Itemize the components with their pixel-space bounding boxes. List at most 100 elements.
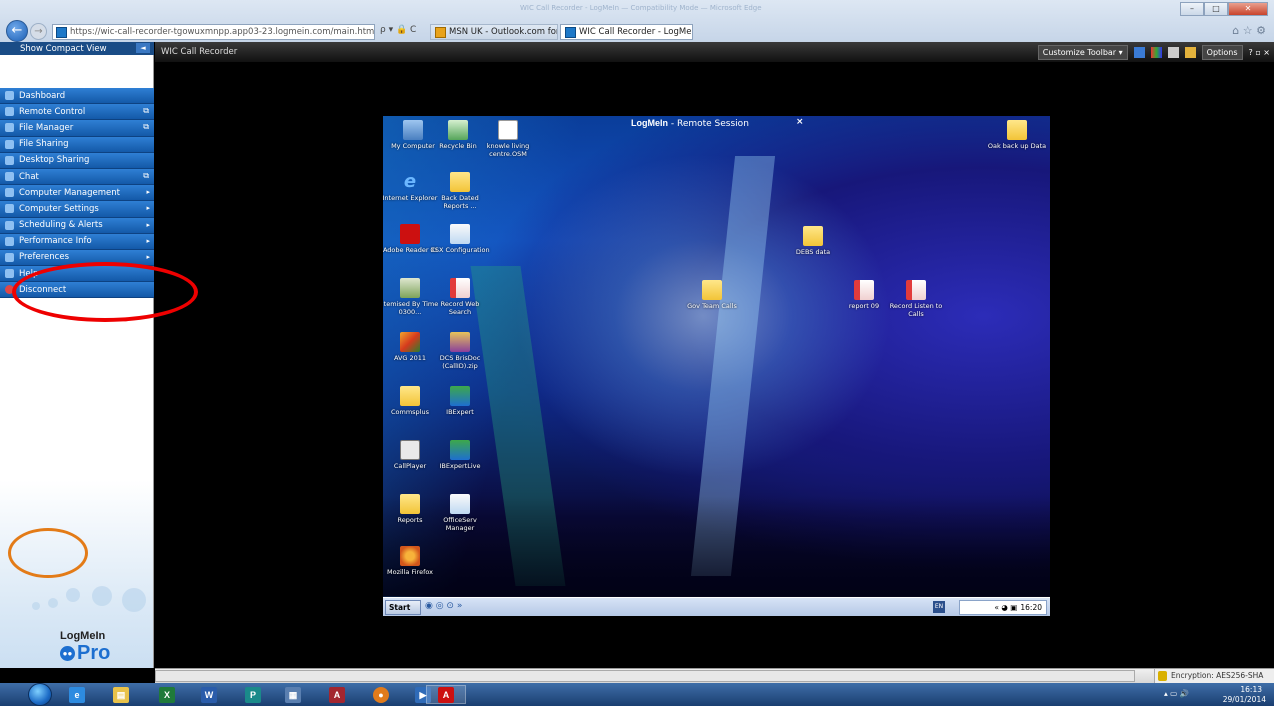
desktop-icon-knowle-living[interactable]: knowle living centre.OSM: [478, 120, 538, 158]
desktop-icon-oak-backup[interactable]: Oak back up Data: [987, 120, 1047, 150]
customize-toolbar-button[interactable]: Customize Toolbar ▾: [1037, 45, 1128, 60]
desktop-icon-debs-data[interactable]: DEBS data: [783, 226, 843, 256]
window-controls: – □ ✕: [1180, 2, 1268, 16]
folder-icon: [400, 386, 420, 406]
sidebar-item-label: Computer Settings: [19, 203, 99, 214]
taskbar-app-access[interactable]: A: [320, 685, 354, 704]
remote-taskbar: Start ◉ ◎ ⊙ » EN « ◕ ▣ 16:20: [383, 597, 1050, 616]
forward-button[interactable]: →: [30, 23, 47, 40]
desktop-icon-officeserv-manager[interactable]: OfficeServ Manager: [430, 494, 490, 532]
address-bar[interactable]: https://wic-call-recorder-tgowuxmnpp.app…: [52, 24, 375, 40]
open-new-window-icon[interactable]: ⧉: [143, 122, 149, 132]
show-compact-view-button[interactable]: Show Compact View: [0, 42, 154, 55]
clipboard-icon[interactable]: [1184, 47, 1196, 58]
network-icon[interactable]: [1167, 47, 1179, 58]
browser-toolbar-icons[interactable]: ⌂ ☆ ⚙: [1232, 24, 1266, 37]
document-icon: ▦: [285, 686, 301, 703]
desktop-icon-record-web-search[interactable]: Record Web Search: [430, 278, 490, 316]
sidebar-item-remote-control[interactable]: Remote Control ⧉: [0, 104, 154, 121]
options-button[interactable]: Options: [1201, 45, 1243, 60]
tray-icons[interactable]: ▴ ▭ 🔊: [1164, 689, 1189, 698]
desktop-icon-ibexpertlive[interactable]: IBExpertLive: [430, 440, 490, 470]
submenu-arrow-icon: ▸: [146, 188, 150, 197]
desktop-icon-dcs-brisdoc[interactable]: DCS BrisDoc (CallID).zip: [430, 332, 490, 370]
session-close-icon[interactable]: ×: [796, 117, 804, 127]
desktop-icon-gov-team-calls[interactable]: Gov Team Calls: [682, 280, 742, 310]
folder-icon: [803, 226, 823, 246]
taskbar-app-file-explorer[interactable]: ▤: [104, 685, 138, 704]
sidebar-item-label: Dashboard: [19, 90, 66, 101]
collapse-arrow-icon[interactable]: ◄: [136, 43, 150, 53]
language-indicator[interactable]: EN: [933, 601, 945, 613]
sidebar-item-label: Scheduling & Alerts: [19, 220, 103, 231]
minimize-button[interactable]: –: [1180, 2, 1204, 16]
sidebar-item-desktop-sharing[interactable]: Desktop Sharing: [0, 152, 154, 169]
remote-tray-icons[interactable]: « ◕ ▣: [994, 603, 1017, 612]
sidebar-item-label: File Sharing: [19, 139, 69, 150]
back-button[interactable]: ←: [6, 20, 28, 42]
open-new-window-icon[interactable]: ⧉: [143, 106, 149, 116]
session-brand: LogMeIn: [631, 118, 668, 128]
taskbar-app-internet-explorer[interactable]: e: [60, 685, 94, 704]
color-quality-icon[interactable]: [1150, 47, 1162, 58]
sidebar-item-computer-management[interactable]: Computer Management ▸: [0, 185, 154, 202]
submenu-arrow-icon: ▸: [146, 220, 150, 229]
taskbar-app-word[interactable]: W: [192, 685, 226, 704]
icon-label: Back Dated Reports ...: [441, 194, 479, 210]
encryption-status: Encryption: AES256-SHA: [1154, 669, 1274, 684]
clock-time[interactable]: 16:13: [1240, 685, 1262, 694]
decorative-bubble: [32, 602, 40, 610]
icon-label: CSX Configuration: [430, 246, 490, 254]
folder-icon: [702, 280, 722, 300]
sidebar-item-computer-settings[interactable]: Computer Settings ▸: [0, 201, 154, 218]
status-progress-area: [155, 670, 1135, 682]
remote-start-button[interactable]: Start: [385, 600, 421, 615]
recycle-bin-icon: [448, 120, 468, 140]
desktop-icon-report-09[interactable]: report 09: [834, 280, 894, 310]
sidebar-item-file-manager[interactable]: File Manager ⧉: [0, 120, 154, 137]
logo-pro-text: Pro: [77, 642, 111, 664]
taskbar-app-document[interactable]: ▦: [276, 685, 310, 704]
windows-taskbar: e ▤ X W P ▦ A ● ▶ A ▴ ▭ 🔊 16:13 29/01/20…: [0, 683, 1274, 706]
desktop-icon-ibexpert[interactable]: IBExpert: [430, 386, 490, 416]
sidebar-item-chat[interactable]: Chat ⧉: [0, 168, 154, 186]
desktop-icon-back-dated-reports[interactable]: Back Dated Reports ...: [430, 172, 490, 210]
viewer-window-controls[interactable]: ? ▫ ×: [1249, 48, 1270, 57]
desktop-icon-record-listen-to-calls[interactable]: Record Listen to Calls: [886, 280, 946, 318]
open-new-window-icon[interactable]: ⧉: [143, 171, 149, 181]
browser-chrome: WIC Call Recorder - LogMeIn — Compatibil…: [0, 0, 1274, 42]
quick-launch-icons[interactable]: ◉ ◎ ⊙ »: [425, 601, 462, 611]
desktop-icon-mozilla-firefox[interactable]: Mozilla Firefox: [383, 546, 440, 576]
taskbar-app-excel[interactable]: X: [150, 685, 184, 704]
start-button[interactable]: [28, 683, 52, 706]
internet-explorer-icon: e: [403, 171, 417, 192]
remote-clock: 16:20: [1020, 603, 1042, 612]
address-tools[interactable]: ρ ▾ 🔒 C: [380, 25, 416, 35]
desktop-icon-csx-configuration[interactable]: CSX Configuration: [430, 224, 490, 254]
remote-system-tray: « ◕ ▣ 16:20: [959, 600, 1047, 615]
document-icon: [498, 120, 518, 140]
compact-view-label: Show Compact View: [20, 43, 107, 54]
taskbar-app-adobe-reader[interactable]: A: [426, 685, 466, 704]
sidebar-item-file-sharing[interactable]: File Sharing: [0, 136, 154, 153]
logo-text: LogMeIn: [60, 630, 106, 642]
remote-desktop[interactable]: LogMeIn - Remote Session × My Computer R…: [383, 116, 1050, 616]
taskbar-app-publisher[interactable]: P: [236, 685, 270, 704]
tab-wic-call-recorder[interactable]: WIC Call Recorder - LogMeIn ×: [560, 24, 693, 40]
screen-icon[interactable]: [1133, 47, 1145, 58]
file-sharing-icon: [5, 139, 14, 149]
sidebar-item-performance-info[interactable]: Performance Info ▸: [0, 233, 154, 250]
close-window-button[interactable]: ✕: [1228, 2, 1268, 16]
icon-label: report 09: [848, 302, 880, 310]
folder-icon: [1007, 120, 1027, 140]
maximize-button[interactable]: □: [1204, 2, 1228, 16]
session-label: - Remote Session: [668, 119, 749, 129]
viewer-title: WIC Call Recorder: [161, 47, 238, 57]
red-highlight-ellipse: [12, 262, 198, 322]
icon-label: DCS BrisDoc (CallID).zip: [439, 354, 481, 370]
sidebar-item-dashboard[interactable]: Dashboard: [0, 88, 154, 105]
sidebar-item-scheduling-alerts[interactable]: Scheduling & Alerts ▸: [0, 217, 154, 234]
tab-msn[interactable]: MSN UK - Outlook.com forme...: [430, 24, 558, 40]
taskbar-app-firefox[interactable]: ●: [364, 685, 398, 704]
clock-date[interactable]: 29/01/2014: [1223, 695, 1266, 704]
